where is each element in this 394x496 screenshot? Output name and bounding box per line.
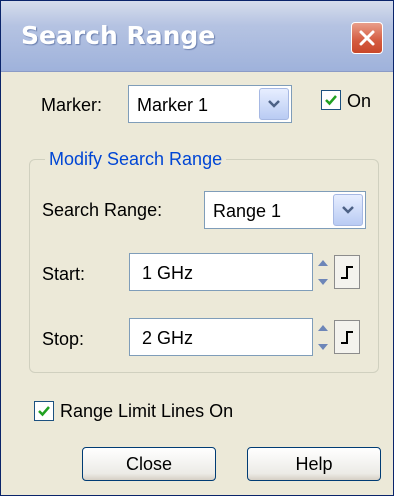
window-title: Search Range [21, 21, 216, 50]
chevron-down-icon [342, 206, 354, 214]
start-frequency-value: 1 GHz [142, 263, 194, 283]
start-spin-up-button[interactable] [315, 253, 331, 272]
start-step-button[interactable] [334, 255, 360, 289]
search-range-dropdown-button[interactable] [333, 194, 363, 226]
close-window-button[interactable] [351, 22, 383, 54]
marker-select-value: Marker 1 [137, 95, 209, 115]
search-range-label: Search Range: [42, 200, 163, 220]
search-range-select-value: Range 1 [213, 201, 282, 221]
marker-on-checkbox[interactable] [321, 90, 341, 110]
stop-frequency-field[interactable]: 2 GHz [129, 318, 313, 356]
range-limit-lines-label: Range Limit Lines On [60, 401, 234, 421]
help-button[interactable]: Help [247, 447, 381, 481]
close-button[interactable]: Close [82, 447, 216, 481]
chevron-down-icon [268, 100, 280, 108]
stop-frequency-value: 2 GHz [142, 328, 194, 348]
spin-down-icon [318, 343, 328, 350]
marker-label: Marker: [41, 95, 103, 115]
stop-spin-down-button[interactable] [315, 337, 331, 356]
start-frequency-field[interactable]: 1 GHz [129, 253, 313, 291]
search-range-dialog: Search Range Marker: Marker 1 On Modify … [0, 0, 394, 496]
stop-step-button[interactable] [334, 320, 360, 354]
spin-down-icon [318, 278, 328, 285]
spin-up-icon [318, 324, 328, 331]
start-spin-down-button[interactable] [315, 272, 331, 291]
marker-dropdown-button[interactable] [259, 88, 289, 120]
marker-select[interactable]: Marker 1 [128, 85, 292, 123]
stop-label: Stop: [42, 329, 85, 349]
checkmark-icon [325, 95, 337, 106]
step-icon [341, 331, 353, 344]
start-spinner [315, 253, 331, 291]
marker-on-label: On [347, 91, 372, 111]
title-bar[interactable]: Search Range [1, 1, 393, 72]
start-label: Start: [42, 264, 86, 284]
stop-spin-up-button[interactable] [315, 318, 331, 337]
range-limit-lines-checkbox[interactable] [34, 401, 54, 421]
close-icon [359, 30, 375, 46]
step-icon [341, 266, 353, 279]
search-range-select[interactable]: Range 1 [204, 191, 366, 229]
stop-spinner [315, 318, 331, 356]
checkmark-icon [38, 406, 50, 417]
group-title: Modify Search Range [45, 149, 227, 170]
spin-up-icon [318, 259, 328, 266]
